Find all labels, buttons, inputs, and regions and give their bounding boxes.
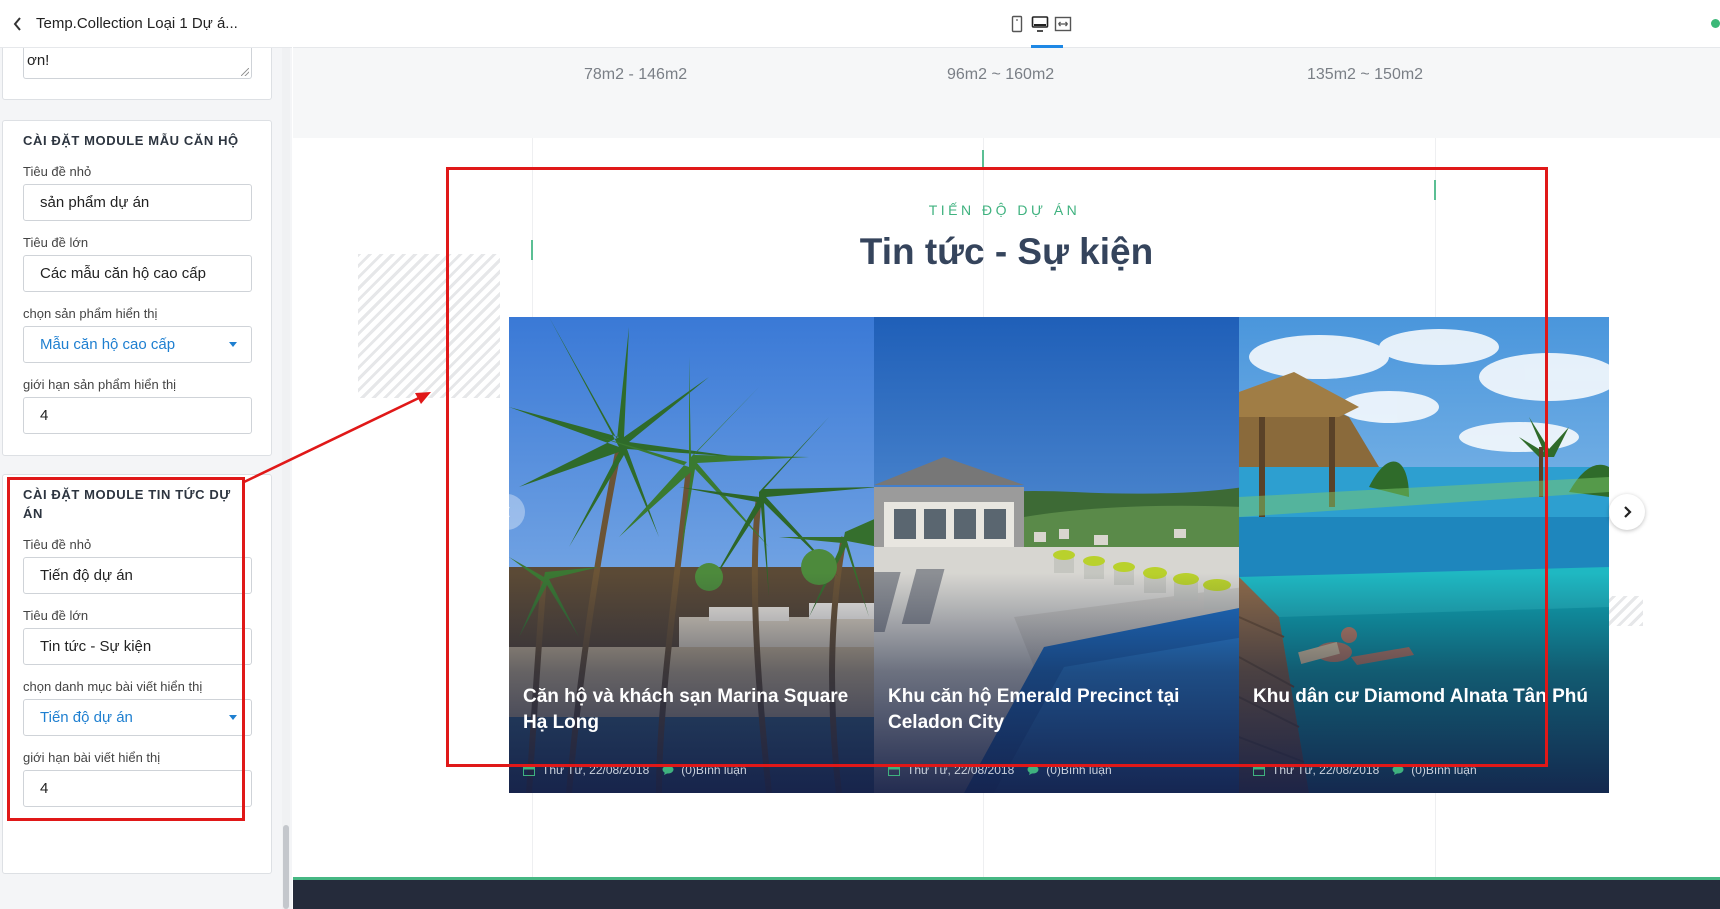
news-small-title-input[interactable]: Tiến độ dự án <box>23 557 252 594</box>
news-limit-input[interactable]: 4 <box>23 770 252 807</box>
fullwidth-view-icon[interactable] <box>1053 14 1073 34</box>
calendar-icon <box>523 765 535 776</box>
apartment-size: 96m2 ~ 160m2 <box>947 66 1055 83</box>
mobile-view-icon[interactable] <box>1007 14 1027 34</box>
accent-line <box>982 150 984 170</box>
small-title-label: Tiêu đề nhỏ <box>23 164 92 179</box>
caret-down-icon <box>229 715 237 720</box>
news-overlay <box>874 573 1244 793</box>
news-meta: Thứ Tư, 22/08/2018 (0)Bình luận <box>1253 763 1477 777</box>
chevron-left-icon <box>13 16 21 31</box>
product-limit-input[interactable]: 4 <box>23 397 252 434</box>
decorative-hatch <box>358 254 500 398</box>
product-select-label: chọn sản phẩm hiển thị <box>23 306 158 321</box>
small-title-input[interactable]: sản phẩm dự án <box>23 184 252 221</box>
comments-icon <box>1392 765 1404 775</box>
footer-band <box>293 877 1720 909</box>
apartment-size: 135m2 ~ 150m2 <box>1307 66 1424 83</box>
news-card[interactable]: Khu dân cư Diamond Alnata Tân Phú Thứ Tư… <box>1239 317 1609 793</box>
news-comments[interactable]: (0)Bình luận <box>1411 763 1476 777</box>
top-toolbar <box>293 0 1720 48</box>
product-limit-label: giới hạn sản phẩm hiển thị <box>23 377 177 392</box>
sidebar-body: ơn! CÀI ĐẶT MODULE MẪU CĂN HỘ Tiêu đề nh… <box>0 48 292 909</box>
news-small-title-label: Tiêu đề nhỏ <box>23 537 92 552</box>
section-eyebrow: TIẾN ĐỘ DỰ ÁN <box>928 202 1081 218</box>
news-big-title-label: Tiêu đề lớn <box>23 608 89 623</box>
news-overlay <box>509 573 879 793</box>
slider-prev-button[interactable] <box>489 494 525 530</box>
news-comments[interactable]: (0)Bình luận <box>681 763 746 777</box>
status-dot <box>1711 19 1720 28</box>
calendar-icon <box>1253 765 1265 776</box>
scrollbar-thumb[interactable] <box>283 825 289 909</box>
slider-next-button[interactable] <box>1609 494 1645 530</box>
accent-line <box>1434 180 1436 200</box>
big-title-label: Tiêu đề lớn <box>23 235 89 250</box>
news-date: Thứ Tư, 22/08/2018 <box>542 763 650 777</box>
desktop-view-icon[interactable] <box>1030 14 1050 34</box>
chevron-left-icon <box>502 506 510 518</box>
section-title: Tin tức - Sự kiện <box>859 231 1154 272</box>
news-title[interactable]: Căn hộ và khách sạn Marina Square Hạ Lon… <box>523 684 863 736</box>
back-button[interactable] <box>6 12 30 36</box>
news-title[interactable]: Khu dân cư Diamond Alnata Tân Phú <box>1253 684 1593 710</box>
news-date: Thứ Tư, 22/08/2018 <box>1272 763 1380 777</box>
big-title-input[interactable]: Các mẫu căn hộ cao cấp <box>23 255 252 292</box>
resize-grip-icon[interactable] <box>241 68 249 76</box>
caret-down-icon <box>229 342 237 347</box>
previous-textarea-value: ơn! <box>27 52 50 69</box>
chevron-right-icon <box>1624 506 1632 518</box>
news-meta: Thứ Tư, 22/08/2018 (0)Bình luận <box>523 763 747 777</box>
comments-icon <box>1027 765 1039 775</box>
decorative-hatch <box>1603 596 1643 626</box>
news-module-heading: CÀI ĐẶT MODULE TIN TỨC DỰ ÁN <box>23 487 231 521</box>
apartment-sizes-band: 78m2 - 146m2 96m2 ~ 160m2 135m2 ~ 150m2 <box>293 48 1720 138</box>
product-select[interactable]: Mẫu căn hộ cao cấp <box>23 326 252 363</box>
category-select-value: Tiến độ dự án <box>40 709 133 726</box>
news-title[interactable]: Khu căn hộ Emerald Precinct tại Celadon … <box>888 684 1228 736</box>
news-limit-label: giới hạn bài viết hiển thị <box>23 750 161 765</box>
previous-textarea[interactable]: ơn! <box>23 48 252 79</box>
news-card[interactable]: Khu căn hộ Emerald Precinct tại Celadon … <box>874 317 1244 793</box>
previous-settings-card: ơn! <box>2 48 272 100</box>
sidebar-title: Temp.Collection Loại 1 Dự á... <box>36 15 238 32</box>
news-module-card: CÀI ĐẶT MODULE TIN TỨC DỰ ÁN Tiêu đề nhỏ… <box>2 474 272 874</box>
page-preview: 78m2 - 146m2 96m2 ~ 160m2 135m2 ~ 150m2 … <box>293 48 1720 909</box>
settings-sidebar: Temp.Collection Loại 1 Dự á... ơn! CÀI Đ… <box>0 0 292 909</box>
category-select-label: chọn danh mục bài viết hiển thị <box>23 679 203 694</box>
news-comments[interactable]: (0)Bình luận <box>1046 763 1111 777</box>
news-meta: Thứ Tư, 22/08/2018 (0)Bình luận <box>888 763 1112 777</box>
apartment-module-card: CÀI ĐẶT MODULE MẪU CĂN HỘ Tiêu đề nhỏ sả… <box>2 120 272 456</box>
sidebar-scrollbar[interactable] <box>282 48 290 909</box>
news-overlay <box>1239 573 1609 793</box>
apartment-module-heading: CÀI ĐẶT MODULE MẪU CĂN HỘ <box>23 133 239 148</box>
category-select[interactable]: Tiến độ dự án <box>23 699 252 736</box>
comments-icon <box>662 765 674 775</box>
news-big-title-input[interactable]: Tin tức - Sự kiện <box>23 628 252 665</box>
sidebar-header: Temp.Collection Loại 1 Dự á... <box>0 0 292 48</box>
news-date: Thứ Tư, 22/08/2018 <box>907 763 1015 777</box>
news-card[interactable]: Căn hộ và khách sạn Marina Square Hạ Lon… <box>509 317 879 793</box>
apartment-size: 78m2 - 146m2 <box>584 66 688 83</box>
calendar-icon <box>888 765 900 776</box>
product-select-value: Mẫu căn hộ cao cấp <box>40 336 176 353</box>
active-view-indicator <box>1031 45 1063 48</box>
